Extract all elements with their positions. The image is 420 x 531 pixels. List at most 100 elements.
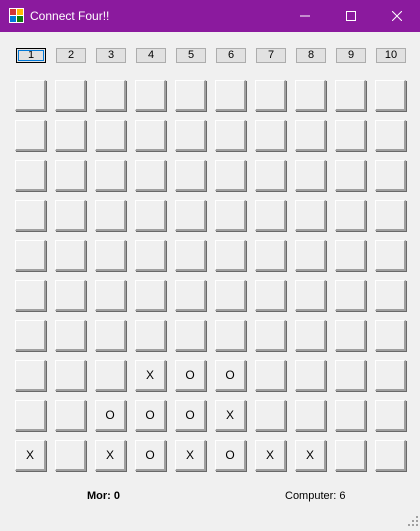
board-cell[interactable]: X (215, 400, 246, 431)
board-cell[interactable] (295, 240, 326, 271)
board-cell[interactable] (295, 200, 326, 231)
board-cell[interactable] (135, 280, 166, 311)
board-cell[interactable] (95, 80, 126, 111)
board-cell[interactable] (15, 280, 46, 311)
board-cell[interactable] (375, 280, 406, 311)
board-cell[interactable] (15, 400, 46, 431)
column-button-9[interactable]: 9 (336, 48, 366, 63)
column-button-1[interactable]: 1 (16, 48, 46, 63)
board-cell[interactable] (295, 160, 326, 191)
board-cell[interactable] (135, 240, 166, 271)
column-button-10[interactable]: 10 (376, 48, 406, 63)
board-cell[interactable] (335, 360, 366, 391)
board-cell[interactable] (255, 280, 286, 311)
board-cell[interactable] (215, 240, 246, 271)
board-cell[interactable] (215, 280, 246, 311)
column-button-8[interactable]: 8 (296, 48, 326, 63)
maximize-button[interactable] (328, 0, 374, 32)
board-cell[interactable] (335, 440, 366, 471)
board-cell[interactable] (375, 240, 406, 271)
board-cell[interactable] (15, 80, 46, 111)
board-cell[interactable] (135, 80, 166, 111)
board-cell[interactable] (55, 280, 86, 311)
close-button[interactable] (374, 0, 420, 32)
board-cell[interactable] (255, 160, 286, 191)
board-cell[interactable] (255, 320, 286, 351)
board-cell[interactable] (335, 400, 366, 431)
board-cell[interactable]: X (95, 440, 126, 471)
board-cell[interactable] (55, 120, 86, 151)
board-cell[interactable] (15, 360, 46, 391)
board-cell[interactable] (15, 240, 46, 271)
board-cell[interactable]: O (95, 400, 126, 431)
board-cell[interactable] (215, 200, 246, 231)
board-cell[interactable] (375, 320, 406, 351)
board-cell[interactable] (295, 400, 326, 431)
board-cell[interactable] (15, 120, 46, 151)
board-cell[interactable] (175, 160, 206, 191)
board-cell[interactable]: O (135, 400, 166, 431)
board-cell[interactable] (295, 280, 326, 311)
board-cell[interactable] (95, 120, 126, 151)
board-cell[interactable] (55, 80, 86, 111)
board-cell[interactable] (255, 80, 286, 111)
board-cell[interactable] (335, 80, 366, 111)
board-cell[interactable] (255, 240, 286, 271)
board-cell[interactable]: O (215, 360, 246, 391)
board-cell[interactable] (375, 160, 406, 191)
board-cell[interactable] (375, 200, 406, 231)
column-button-3[interactable]: 3 (96, 48, 126, 63)
board-cell[interactable] (375, 120, 406, 151)
board-cell[interactable] (55, 440, 86, 471)
board-cell[interactable]: X (255, 440, 286, 471)
board-cell[interactable] (15, 200, 46, 231)
board-cell[interactable] (375, 440, 406, 471)
board-cell[interactable] (135, 160, 166, 191)
resize-grip-icon[interactable] (408, 513, 418, 526)
board-cell[interactable] (215, 120, 246, 151)
board-cell[interactable] (135, 120, 166, 151)
column-button-7[interactable]: 7 (256, 48, 286, 63)
board-cell[interactable] (175, 240, 206, 271)
board-cell[interactable]: X (175, 440, 206, 471)
board-cell[interactable] (375, 400, 406, 431)
board-cell[interactable] (55, 160, 86, 191)
board-cell[interactable] (95, 360, 126, 391)
board-cell[interactable] (335, 200, 366, 231)
column-button-5[interactable]: 5 (176, 48, 206, 63)
board-cell[interactable] (135, 320, 166, 351)
board-cell[interactable]: X (15, 440, 46, 471)
board-cell[interactable] (55, 400, 86, 431)
column-button-6[interactable]: 6 (216, 48, 246, 63)
board-cell[interactable] (215, 160, 246, 191)
board-cell[interactable] (215, 80, 246, 111)
board-cell[interactable] (175, 280, 206, 311)
board-cell[interactable] (335, 120, 366, 151)
board-cell[interactable] (95, 160, 126, 191)
board-cell[interactable] (95, 200, 126, 231)
minimize-button[interactable] (282, 0, 328, 32)
board-cell[interactable] (255, 200, 286, 231)
board-cell[interactable] (175, 80, 206, 111)
board-cell[interactable] (295, 80, 326, 111)
board-cell[interactable] (375, 80, 406, 111)
board-cell[interactable] (55, 240, 86, 271)
board-cell[interactable] (295, 320, 326, 351)
board-cell[interactable] (95, 320, 126, 351)
board-cell[interactable] (15, 160, 46, 191)
board-cell[interactable] (255, 120, 286, 151)
board-cell[interactable] (95, 280, 126, 311)
board-cell[interactable] (15, 320, 46, 351)
board-cell[interactable] (215, 320, 246, 351)
board-cell[interactable] (375, 360, 406, 391)
column-button-2[interactable]: 2 (56, 48, 86, 63)
board-cell[interactable]: X (295, 440, 326, 471)
board-cell[interactable] (255, 360, 286, 391)
board-cell[interactable] (295, 360, 326, 391)
column-button-4[interactable]: 4 (136, 48, 166, 63)
board-cell[interactable]: O (215, 440, 246, 471)
board-cell[interactable] (55, 320, 86, 351)
board-cell[interactable] (335, 280, 366, 311)
board-cell[interactable]: O (175, 360, 206, 391)
board-cell[interactable] (175, 320, 206, 351)
